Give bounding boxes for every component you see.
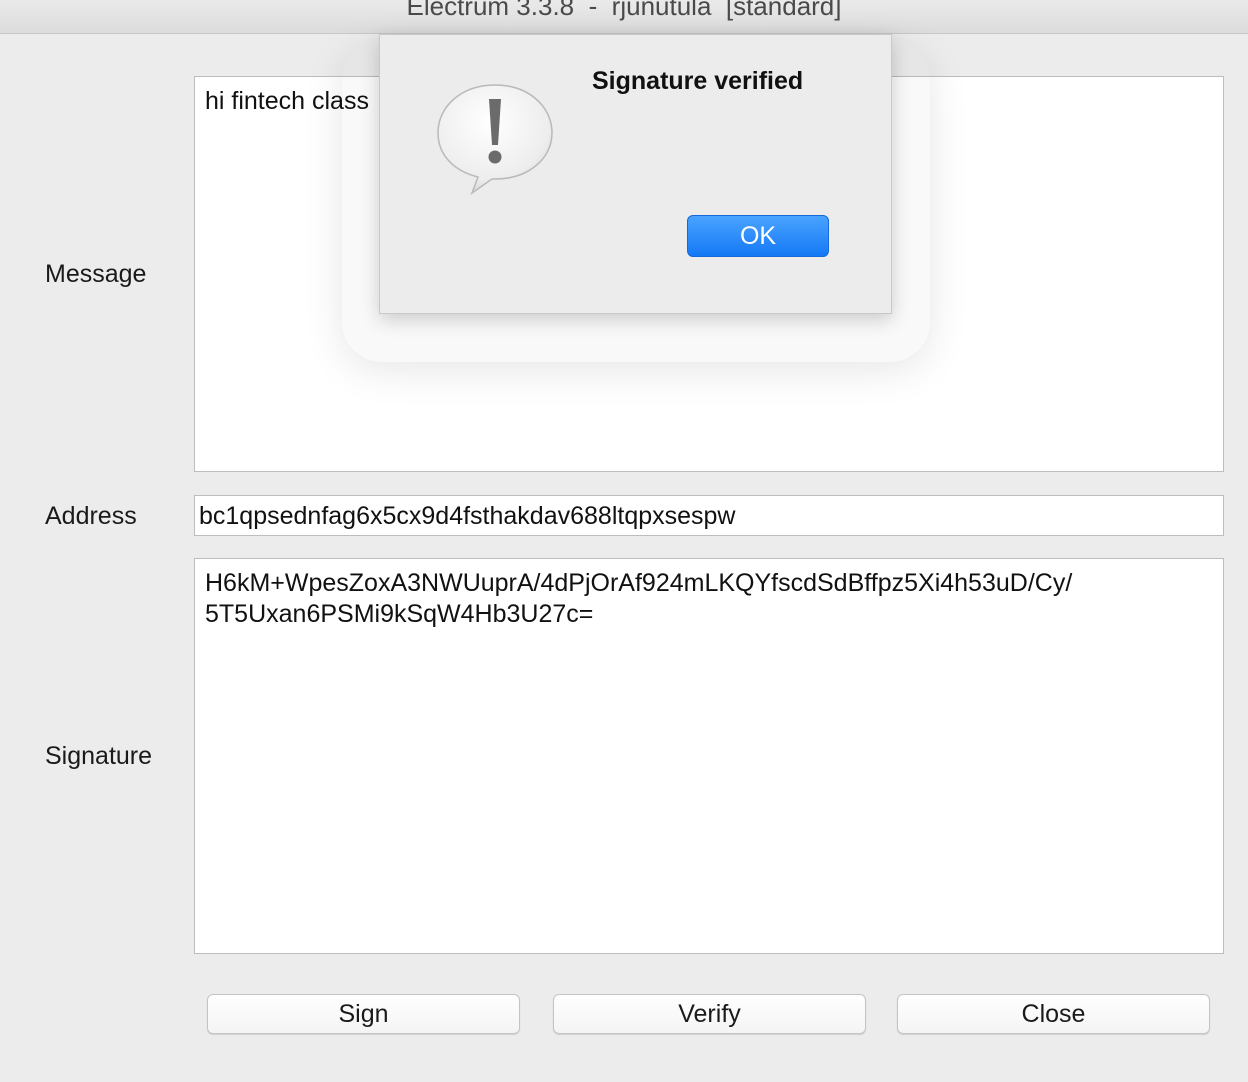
address-field[interactable]: bc1qpsednfag6x5cx9d4fsthakdav688ltqpxses… — [194, 495, 1224, 536]
alert-dialog: Signature verified OK — [379, 34, 892, 314]
sign-button[interactable]: Sign — [207, 994, 520, 1034]
verify-button[interactable]: Verify — [553, 994, 866, 1034]
window-titlebar: Electrum 3.3.8 - rjunutula [standard] — [0, 0, 1248, 34]
signature-textarea[interactable]: H6kM+WpesZoxA3NWUuprA/4dPjOrAf924mLKQYfs… — [194, 558, 1224, 954]
dialog-title: Signature verified — [592, 67, 804, 95]
ok-button[interactable]: OK — [687, 215, 829, 257]
address-text: bc1qpsednfag6x5cx9d4fsthakdav688ltqpxses… — [199, 502, 736, 530]
signature-label: Signature — [45, 742, 153, 770]
signature-text: H6kM+WpesZoxA3NWUuprA/4dPjOrAf924mLKQYfs… — [205, 569, 1073, 628]
window-title: Electrum 3.3.8 - rjunutula [standard] — [406, 0, 842, 21]
exclamation-alert-icon — [437, 84, 553, 195]
address-label: Address — [45, 502, 137, 530]
close-button[interactable]: Close — [897, 994, 1210, 1034]
message-label: Message — [45, 260, 147, 288]
